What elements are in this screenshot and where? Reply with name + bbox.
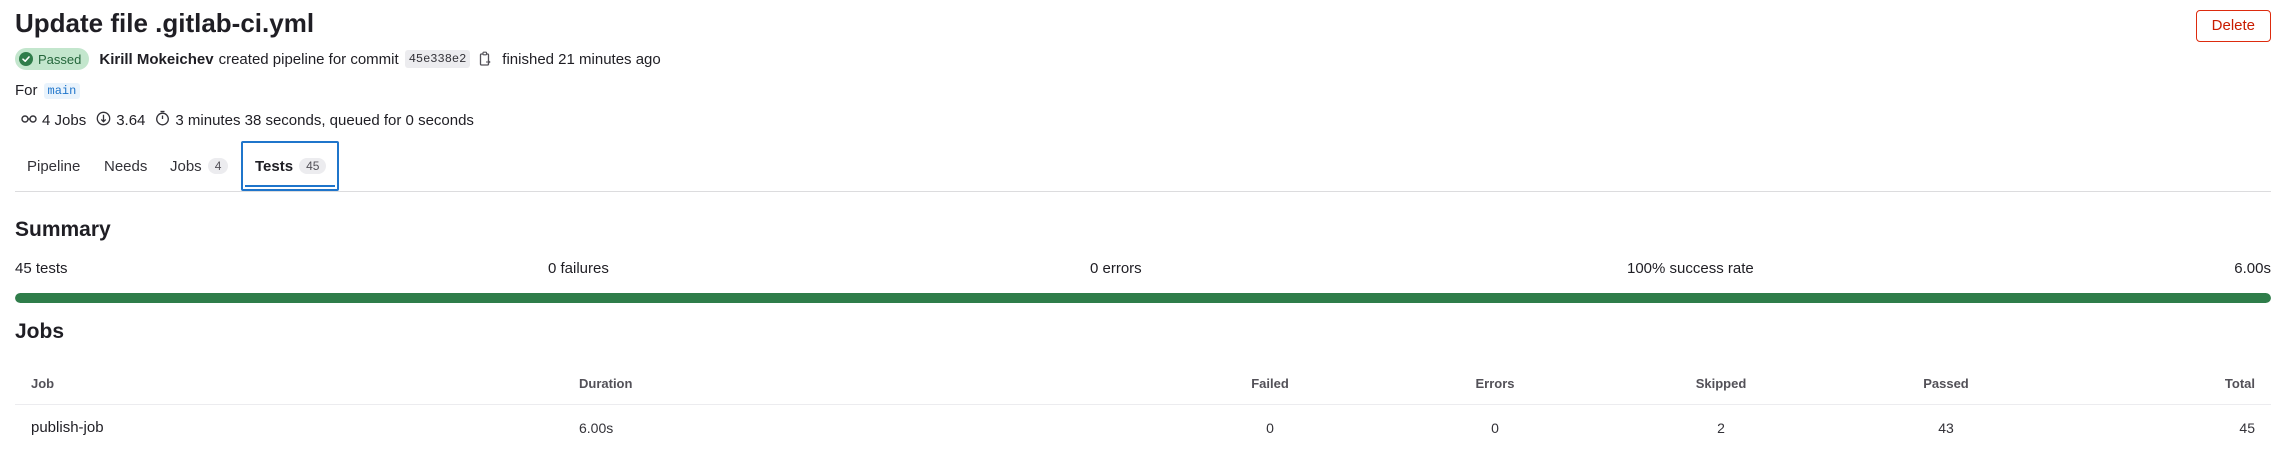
- tab-tests-label: Tests: [255, 157, 294, 175]
- tab-jobs-label: Jobs: [170, 157, 202, 175]
- summary-errors: 0 errors: [1090, 260, 1142, 277]
- summary-success-rate: 100% success rate: [1627, 260, 1754, 277]
- pipeline-meta: Passed Kirill Mokeichev created pipeline…: [15, 48, 661, 70]
- author-link[interactable]: Kirill Mokeichev: [99, 51, 213, 68]
- summary-tests: 45 tests: [15, 260, 68, 277]
- tab-needs-label: Needs: [104, 157, 148, 175]
- branch-link[interactable]: main: [43, 82, 81, 99]
- page-title: Update file .gitlab-ci.yml: [15, 8, 315, 38]
- table-row[interactable]: publish-job 6.00s 0 0 2 43 45: [15, 404, 2271, 451]
- compute-value: 3.64: [116, 111, 146, 129]
- delete-button[interactable]: Delete: [2195, 10, 2271, 42]
- col-failed: Failed: [1251, 375, 1289, 391]
- job-errors: 0: [1491, 419, 1499, 436]
- col-passed: Passed: [1923, 375, 1969, 391]
- col-errors: Errors: [1475, 375, 1515, 391]
- commit-sha-link[interactable]: 45e338e2: [404, 50, 471, 68]
- col-job: Job: [31, 375, 55, 391]
- check-circle-icon: [19, 52, 33, 66]
- for-label: For: [15, 82, 38, 99]
- tab-pipeline[interactable]: Pipeline: [27, 141, 80, 191]
- tab-tests[interactable]: Tests 45: [241, 141, 339, 191]
- timer-icon: [155, 110, 170, 130]
- job-failed: 0: [1266, 419, 1274, 436]
- duration-stat: 3 minutes 38 seconds, queued for 0 secon…: [155, 110, 474, 130]
- branch-row: For main: [15, 82, 81, 99]
- job-name[interactable]: publish-job: [31, 404, 104, 451]
- jobs-table-header: Job Duration Failed Errors Skipped Passe…: [15, 362, 2271, 405]
- job-skipped: 2: [1717, 419, 1725, 436]
- jobs-count-text: 4 Jobs: [42, 111, 87, 129]
- job-passed: 43: [1938, 419, 1954, 436]
- col-skipped: Skipped: [1695, 375, 1747, 391]
- success-progress-bar: [15, 293, 2271, 303]
- status-badge[interactable]: Passed: [15, 48, 90, 70]
- success-progress-fill: [15, 293, 2271, 303]
- finished-text: finished 21 minutes ago: [502, 50, 661, 68]
- duration-text: 3 minutes 38 seconds, queued for 0 secon…: [175, 111, 474, 129]
- compute-icon: [96, 111, 111, 130]
- compute-stat: 3.64: [96, 111, 145, 130]
- pipeline-stats: 4 Jobs 3.64 3 minutes 38 seconds, queued…: [21, 110, 484, 130]
- tab-jobs[interactable]: Jobs 4: [170, 141, 229, 191]
- summary-stats: 45 tests 0 failures 0 errors 100% succes…: [15, 260, 2271, 278]
- tab-pipeline-label: Pipeline: [27, 157, 81, 175]
- created-text: created pipeline for commit: [218, 50, 399, 68]
- copy-icon[interactable]: [478, 51, 492, 67]
- summary-time: 6.00s: [2234, 260, 2271, 277]
- summary-failures: 0 failures: [548, 260, 609, 277]
- status-label: Passed: [38, 51, 82, 67]
- tab-tests-count: 45: [299, 158, 327, 174]
- pipeline-icon: [21, 112, 37, 129]
- tab-needs[interactable]: Needs: [104, 141, 147, 191]
- jobs-count-stat: 4 Jobs: [21, 112, 86, 129]
- job-total: 45: [2239, 419, 2255, 436]
- col-total: Total: [2224, 375, 2255, 391]
- col-duration: Duration: [579, 375, 633, 391]
- pipeline-tabs: Pipeline Needs Jobs 4 Tests 45: [15, 141, 2271, 192]
- job-duration: 6.00s: [579, 419, 614, 436]
- jobs-heading: Jobs: [15, 320, 65, 343]
- summary-heading: Summary: [15, 218, 111, 241]
- tab-jobs-count: 4: [207, 158, 229, 174]
